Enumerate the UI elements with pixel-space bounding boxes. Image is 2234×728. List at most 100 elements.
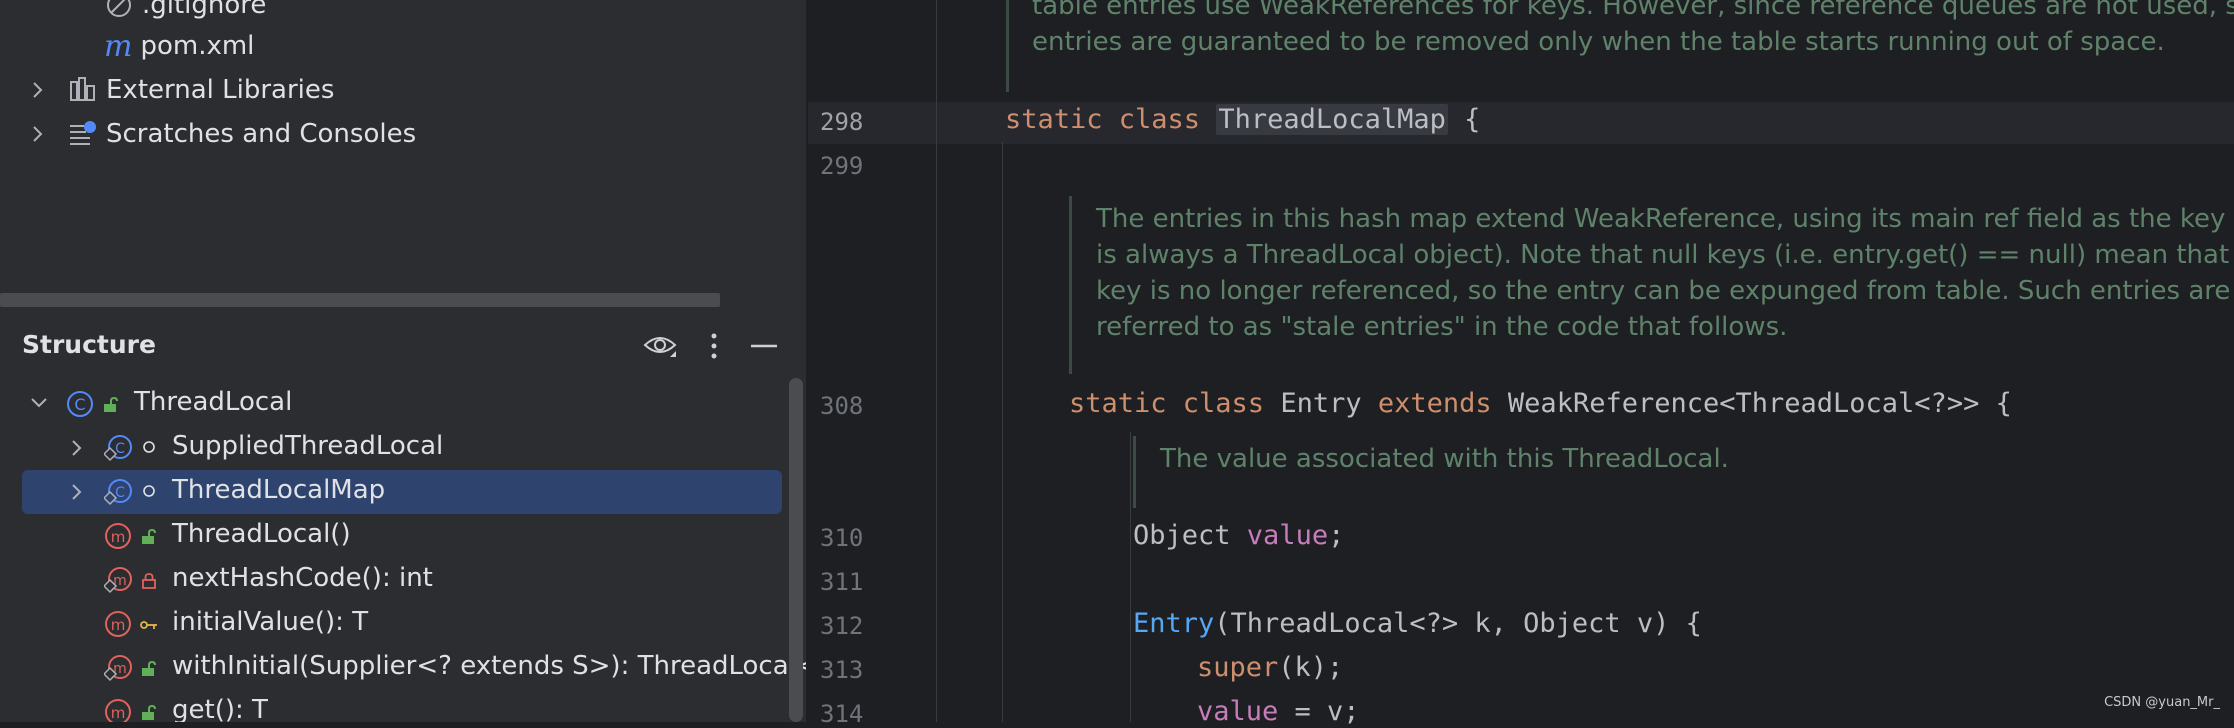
code-text: { (1447, 104, 1481, 135)
code-text: ; (1328, 520, 1345, 551)
svg-text:m: m (111, 704, 126, 722)
doc-comment-line: entries are guaranteed to be removed onl… (1032, 27, 2165, 57)
keyword: static class (1005, 104, 1217, 135)
doc-comment-line: table entries use WeakReferences for key… (1032, 0, 2234, 21)
more-options-icon[interactable] (696, 328, 732, 364)
field-name: value (1197, 696, 1279, 727)
structure-item-threadlocalmap[interactable]: ThreadLocalMap (172, 475, 385, 505)
public-lock-icon (142, 705, 156, 720)
tree-item-scratches[interactable]: Scratches and Consoles (30, 114, 416, 154)
line-number: 299 (820, 152, 864, 180)
keyword: extends (1377, 388, 1508, 419)
constructor-name: Entry (1133, 608, 1215, 639)
structure-item-get[interactable]: get(): T (172, 695, 268, 722)
doc-comment-line: is always a ThreadLocal object). Note th… (1096, 240, 2234, 270)
chevron-right-icon[interactable] (70, 439, 84, 457)
chevron-right-icon[interactable] (30, 81, 46, 99)
structure-item-nexthashcode[interactable]: nextHashCode(): int (172, 563, 433, 593)
eye-icon[interactable] (642, 328, 678, 364)
doc-comment-bar (1133, 436, 1136, 508)
svg-text:C: C (115, 441, 125, 457)
type-name: Object (1133, 520, 1247, 551)
line-number: 298 (820, 108, 864, 136)
svg-text:m: m (111, 528, 126, 546)
tree-item-label: .gitignore (142, 0, 267, 20)
structure-title: Structure (22, 330, 156, 359)
tree-item-label: Scratches and Consoles (106, 119, 417, 149)
tree-item-pom[interactable]: m pom.xml (104, 26, 254, 66)
line-number: 313 (820, 656, 864, 684)
static-class-icon: C (104, 479, 132, 506)
static-method-icon: m (104, 567, 132, 594)
protected-key-icon (140, 621, 157, 629)
structure-item-suppliedthreadlocal[interactable]: SuppliedThreadLocal (172, 431, 443, 461)
tree-item-label: External Libraries (106, 75, 335, 105)
structure-item-initialvalue[interactable]: initialValue(): T (172, 607, 368, 637)
code-line-313[interactable]: super(k); (1197, 652, 1343, 683)
minimize-icon[interactable] (746, 328, 782, 364)
code-text: (ThreadLocal<?> k, Object v) { (1214, 608, 1702, 639)
line-number: 314 (820, 700, 864, 728)
code-text: = v; (1278, 696, 1360, 727)
keyword: super (1197, 652, 1279, 683)
code-line-310[interactable]: Object value; (1133, 520, 1344, 551)
line-number: 310 (820, 524, 864, 552)
selected-row-highlight (22, 470, 782, 514)
class-icon: C (67, 391, 93, 417)
doc-comment-line: The entries in this hash map extend Weak… (1096, 204, 2234, 234)
code-line-314[interactable]: value = v; (1197, 696, 1360, 727)
gitignore-icon (107, 0, 131, 17)
indent-guide (1130, 432, 1131, 722)
doc-comment-bar (1006, 0, 1009, 92)
tree-item-external-libraries[interactable]: External Libraries (30, 70, 334, 110)
code-line-308[interactable]: static class Entry extends WeakReference… (1069, 388, 2012, 419)
horizontal-scrollbar[interactable] (0, 293, 720, 307)
structure-item-threadlocal[interactable]: ThreadLocal (134, 387, 292, 417)
tree-item-label: pom.xml (140, 31, 255, 61)
structure-header: Structure (0, 320, 806, 370)
chevron-right-icon[interactable] (70, 483, 84, 501)
field-name: value (1246, 520, 1329, 551)
code-line-312[interactable]: Entry(ThreadLocal<?> k, Object v) { (1133, 608, 1702, 639)
structure-item-withinitial[interactable]: withInitial(Supplier<? extends S>): Thre… (172, 651, 806, 681)
maven-icon: m (104, 28, 133, 64)
doc-comment-line: The value associated with this ThreadLoc… (1160, 444, 1729, 474)
static-method-icon: m (104, 655, 132, 682)
doc-comment-line: key is no longer referenced, so the entr… (1096, 276, 2231, 306)
static-class-icon: C (104, 435, 132, 462)
svg-text:m: m (111, 616, 126, 634)
class-name: Entry (1280, 388, 1378, 419)
left-tool-panel: .gitignore m pom.xml External Libraries … (0, 0, 806, 722)
watermark: CSDN @yuan_Mr_ (2104, 695, 2220, 710)
line-number: 311 (820, 568, 864, 596)
method-icon: m (105, 611, 131, 637)
libraries-icon (70, 77, 95, 101)
chevron-down-icon[interactable] (30, 396, 48, 410)
svg-text:C: C (115, 485, 125, 501)
svg-text:C: C (74, 395, 85, 414)
line-number: 308 (820, 392, 864, 420)
package-private-icon (143, 485, 155, 497)
doc-comment-bar (1069, 196, 1072, 374)
public-lock-icon (142, 661, 156, 676)
public-lock-icon (104, 397, 118, 412)
doc-comment-line: referred to as "stale entries" in the co… (1096, 312, 1788, 342)
line-number: 312 (820, 612, 864, 640)
structure-item-constructor[interactable]: ThreadLocal() (172, 519, 351, 549)
keyword: static class (1069, 388, 1281, 419)
method-icon: m (105, 699, 131, 722)
code-text: (k); (1278, 652, 1344, 683)
class-name-highlight: ThreadLocalMap (1216, 104, 1448, 135)
tree-item-gitignore[interactable]: .gitignore (104, 0, 266, 25)
vertical-scrollbar[interactable] (789, 378, 803, 722)
method-icon: m (105, 523, 131, 549)
code-line-298[interactable]: static class ThreadLocalMap { (1005, 104, 1480, 135)
public-lock-icon (142, 529, 156, 544)
code-text: WeakReference<ThreadLocal<?>> { (1507, 388, 2012, 419)
indent-guide (1002, 142, 1003, 722)
private-lock-icon (142, 573, 156, 589)
gutter-separator (936, 0, 937, 722)
chevron-right-icon[interactable] (30, 125, 46, 143)
package-private-icon (143, 441, 155, 453)
scratches-icon (70, 121, 96, 145)
